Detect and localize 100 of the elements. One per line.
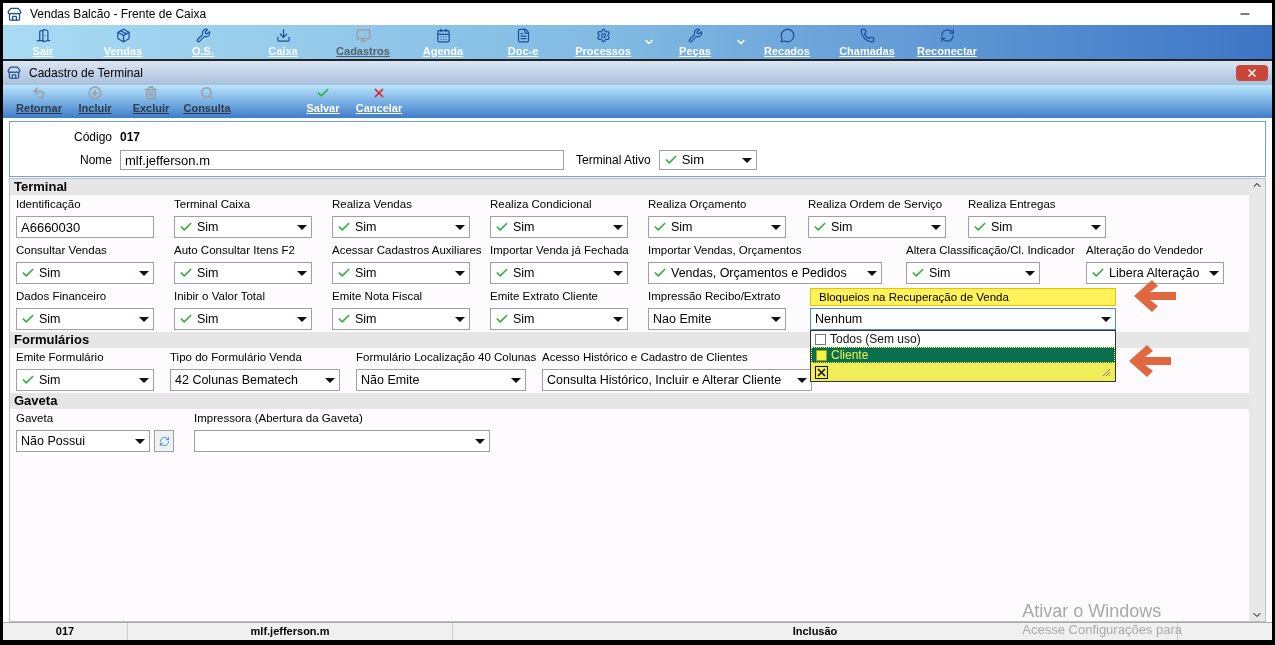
field-label: Terminal Caixa	[174, 197, 251, 212]
plus-icon	[88, 85, 102, 100]
dropdown-arrow-icon	[135, 438, 145, 444]
select-field[interactable]: Sim	[16, 308, 154, 330]
select-field[interactable]: Sim	[490, 262, 628, 284]
arrow-annotation	[1132, 278, 1178, 314]
section-header: Gaveta	[10, 393, 1249, 409]
field-label: Auto Consultar Itens F2	[174, 243, 295, 258]
refresh-button[interactable]	[154, 430, 174, 452]
check-icon	[337, 266, 351, 280]
store-icon	[7, 6, 22, 22]
select-field[interactable]: Sim	[174, 262, 312, 284]
select-field[interactable]: Sim	[490, 216, 628, 238]
dropdown-arrow-icon	[1025, 270, 1035, 276]
window-title: Vendas Balcão - Frente de Caixa	[30, 6, 207, 23]
check-icon	[337, 312, 351, 326]
select-field[interactable]: Não Emite	[356, 369, 526, 391]
select-field[interactable]: Sim	[332, 262, 470, 284]
check-icon	[495, 312, 509, 326]
checkbox[interactable]	[815, 333, 826, 345]
select-field[interactable]: Sim	[808, 216, 946, 238]
dropdown-arrow-icon	[867, 270, 877, 276]
dropdown-arrow-icon	[455, 224, 465, 230]
dropdown-option[interactable]: Cliente	[811, 347, 1115, 363]
search-icon	[200, 85, 214, 100]
dropdown-arrow-icon	[613, 270, 623, 276]
dropdown-arrow-icon	[1101, 316, 1111, 322]
select-field[interactable]: Consulta Histórico, Incluir e Alterar Cliente	[542, 369, 812, 391]
close-icon	[1246, 67, 1258, 79]
checkbox[interactable]	[816, 349, 827, 361]
check-icon	[21, 373, 35, 387]
dropdown-arrow-icon	[455, 270, 465, 276]
field-label: Importar Vendas, Orçamentos	[648, 243, 802, 258]
field-label: Emite Nota Fiscal	[332, 289, 423, 304]
field-label: Acessar Cadastros Auxiliares	[332, 243, 482, 258]
field-label: Nome	[79, 152, 112, 169]
check-icon	[21, 312, 35, 326]
form-title: Cadastro de Terminal	[29, 65, 143, 82]
select-field[interactable]: Sim	[16, 262, 154, 284]
select-field[interactable]: Vendas, Orçamentos e Pedidos	[648, 262, 882, 284]
field-label: Formulário Localização 40 Colunas	[356, 350, 537, 365]
field-label: Emite Formulário	[16, 350, 104, 365]
select-field[interactable]: Sim	[332, 308, 470, 330]
activation-text: Acesse Configurações para	[1022, 622, 1182, 638]
check-icon	[337, 220, 351, 234]
select-field[interactable]: Sim	[968, 216, 1106, 238]
dropdown-arrow-icon	[797, 377, 807, 383]
activation-title: Ativar o Windows	[1022, 600, 1163, 622]
status-text: 017	[3, 623, 128, 640]
select-field[interactable]: Sim	[906, 262, 1040, 284]
scrollbar[interactable]	[1249, 179, 1265, 621]
code-value: 017	[120, 129, 141, 146]
close-button[interactable]	[1236, 65, 1268, 81]
field-label: Importar Venda já Fechada	[490, 243, 629, 258]
select-field[interactable]: Sim	[174, 216, 312, 238]
multi-select-field[interactable]: Nenhum	[810, 308, 1116, 330]
dropdown-arrow-icon	[1091, 224, 1101, 230]
box-icon	[115, 27, 131, 43]
field-label: Consultar Vendas	[16, 243, 107, 258]
select-field[interactable]: Libera Alteração	[1086, 262, 1224, 284]
check-icon	[653, 220, 667, 234]
select-field[interactable]: Sim	[648, 216, 786, 238]
field-label: Realiza Vendas	[332, 197, 412, 212]
field-label: Emite Extrato Cliente	[490, 289, 598, 304]
select-field[interactable]: Sim	[16, 369, 154, 391]
field-label: Acesso Histórico e Cadastro de Clientes	[542, 350, 748, 365]
select-field[interactable]: Sim	[490, 308, 628, 330]
dropdown-arrow-icon	[741, 157, 752, 163]
select-field[interactable]: Nao Emite	[648, 308, 786, 330]
dropdown-option[interactable]: Todos (Sem uso)	[811, 331, 1115, 347]
select-field[interactable]: Sim	[174, 308, 312, 330]
field-label: Dados Financeiro	[16, 289, 107, 304]
field-label: Inibir o Valor Total	[174, 289, 265, 304]
select-field[interactable]: Não Possui	[16, 430, 150, 452]
dropdown-arrow-icon	[455, 316, 465, 322]
trash-icon	[144, 85, 158, 100]
gear-icon	[595, 27, 611, 43]
select-field[interactable]: Sim	[658, 150, 757, 170]
select-field[interactable]: 42 Colunas Bematech	[170, 369, 340, 391]
field-label: Altera Classificação/Cl. Indicador	[906, 243, 1075, 258]
resize-grip-icon	[1101, 367, 1111, 377]
select-field[interactable]: Sim	[332, 216, 470, 238]
text-field[interactable]: A6660030	[16, 216, 154, 238]
store-icon	[7, 66, 21, 80]
field-label: Realiza Ordem de Serviço	[808, 197, 943, 212]
field-label: Código	[72, 129, 112, 146]
dropdown-arrow-icon	[771, 224, 781, 230]
select-field[interactable]	[194, 430, 490, 452]
dropdown-arrow-icon	[297, 270, 307, 276]
refresh-icon	[158, 435, 170, 447]
chat-icon	[779, 27, 795, 43]
dropdown-arrow-icon	[613, 224, 623, 230]
check-icon	[653, 266, 667, 280]
check-icon	[495, 220, 509, 234]
name-field[interactable]: mlf.jefferson.m	[120, 150, 564, 170]
refresh-icon	[939, 27, 955, 43]
check-icon	[179, 220, 193, 234]
dropdown-arrow-icon	[325, 377, 335, 383]
field-label: Realiza Condicional	[490, 197, 592, 212]
monitor-icon	[355, 27, 371, 43]
